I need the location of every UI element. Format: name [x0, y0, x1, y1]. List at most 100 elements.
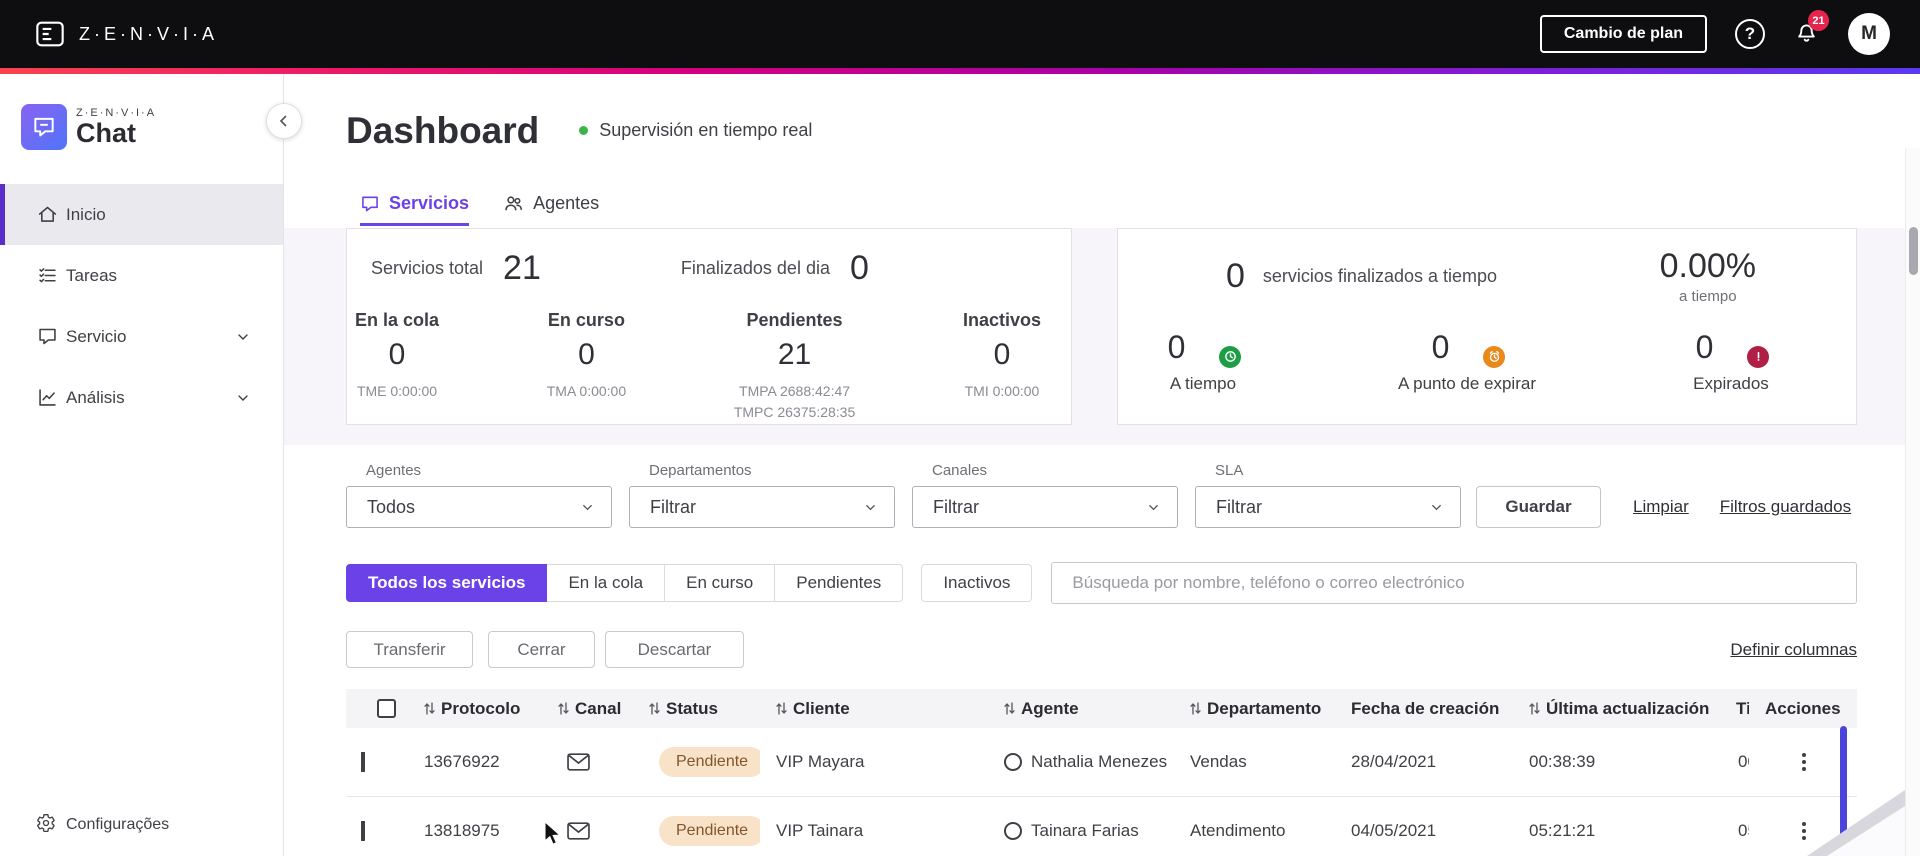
on-time-bubble-icon — [1198, 330, 1242, 368]
channels-filter-select[interactable]: Filtrar — [912, 486, 1178, 528]
tab-en-curso[interactable]: En curso — [664, 564, 776, 602]
column-header-status[interactable]: Status — [633, 699, 760, 719]
table-row[interactable]: 13676922 Pendiente VIP Mayara Nathalia M… — [346, 728, 1857, 797]
tab-inactivos[interactable]: Inactivos — [921, 564, 1033, 602]
chat-product-icon — [21, 104, 67, 150]
agent-avatar — [1004, 753, 1022, 771]
main-content: Dashboard Supervisión en tiempo real Ser… — [284, 74, 1920, 856]
page-title: Dashboard — [346, 109, 540, 151]
chart-icon — [37, 387, 58, 408]
zenvia-logo-icon — [33, 17, 67, 51]
page-curl-decoration — [1807, 790, 1905, 856]
services-summary-card: Servicios total 21 Finalizados del dia 0… — [346, 228, 1072, 425]
change-plan-button[interactable]: Cambio de plan — [1539, 15, 1707, 53]
chevron-down-icon — [866, 504, 875, 510]
time-cell: 05 — [1738, 821, 1749, 840]
sla-expired: 0 Expirados — [1693, 329, 1770, 393]
sidebar-item-tareas[interactable]: Tareas — [0, 245, 283, 306]
tasks-icon — [37, 265, 58, 286]
save-filters-button[interactable]: Guardar — [1476, 486, 1601, 528]
column-header-cliente[interactable]: Cliente — [760, 699, 988, 719]
bulk-actions-row: Transferir Cerrar Descartar Definir colu… — [346, 631, 1857, 668]
help-icon[interactable]: ? — [1735, 19, 1765, 49]
page-scrollbar-thumb[interactable] — [1909, 227, 1918, 275]
status-dot — [579, 126, 589, 135]
sidebar-item-analisis[interactable]: Análisis — [0, 367, 283, 428]
column-header-agente[interactable]: Agente — [988, 699, 1174, 719]
department-cell: Atendimento — [1190, 821, 1286, 840]
service-status-tabs: Todos los servicios En la cola En curso … — [346, 564, 904, 602]
agent-cell: Nathalia Menezes — [988, 752, 1174, 772]
close-button[interactable]: Cerrar — [488, 631, 595, 668]
departments-filter-label: Departamentos — [649, 462, 752, 479]
column-header-fecha-creacion: Fecha de creación — [1351, 698, 1500, 718]
filters-bar: Agentes Todos Departamentos Filtrar Cana… — [346, 462, 1857, 528]
updated-cell: 05:21:21 — [1529, 821, 1596, 840]
sla-filter-select[interactable]: Filtrar — [1195, 486, 1461, 528]
define-columns-link[interactable]: Definir columnas — [1730, 640, 1857, 660]
sort-icon — [1190, 702, 1201, 715]
tab-pendientes[interactable]: Pendientes — [774, 564, 904, 602]
agents-filter-select[interactable]: Todos — [346, 486, 612, 528]
agents-filter-label: Agentes — [366, 462, 422, 479]
tab-agentes[interactable]: Agentes — [503, 193, 599, 226]
protocol-cell: 13818975 — [424, 821, 500, 840]
chat-bubble-icon — [362, 196, 378, 211]
service-filter-row: Todos los servicios En la cola En curso … — [346, 562, 1857, 604]
sidebar-nav: Inicio Tareas Servicio Análisis — [0, 184, 283, 428]
dashboard-tabs: Servicios Agentes — [360, 193, 1857, 226]
sort-icon — [1004, 702, 1015, 715]
sort-icon — [776, 702, 787, 715]
sort-icon — [1529, 702, 1540, 715]
sla-card: 0 servicios finalizados a tiempo 0.00% a… — [1117, 228, 1857, 425]
sla-on-time: 0 A tiempo — [1138, 329, 1268, 394]
table-header-row: Protocolo Canal Status Cliente Agente De… — [346, 689, 1857, 728]
sidebar-item-configuracoes[interactable]: Configurações — [0, 794, 283, 856]
protocol-cell: 13676922 — [424, 752, 500, 771]
user-avatar[interactable]: M — [1848, 13, 1890, 55]
email-channel-icon — [542, 753, 633, 771]
column-header-canal[interactable]: Canal — [542, 699, 633, 719]
client-cell: VIP Tainara — [776, 821, 864, 840]
row-checkbox[interactable] — [361, 821, 365, 841]
finished-today-label: Finalizados del dia — [680, 258, 830, 278]
gear-icon — [36, 813, 56, 838]
time-cell: 00 — [1738, 752, 1749, 771]
page-scrollbar[interactable] — [1905, 148, 1920, 856]
discard-button[interactable]: Descartar — [605, 631, 744, 668]
clear-filters-link[interactable]: Limpiar — [1633, 497, 1689, 517]
exclamation-icon — [1747, 345, 1770, 368]
column-header-acciones: Acciones — [1765, 698, 1841, 718]
finished-today-value: 0 — [849, 249, 869, 287]
tab-en-la-cola[interactable]: En la cola — [546, 564, 666, 602]
chevron-down-icon — [1149, 504, 1158, 510]
table-row[interactable]: 13818975 Pendiente VIP Tainara Tainara F… — [346, 797, 1857, 856]
mouse-cursor — [544, 820, 562, 846]
row-checkbox[interactable] — [361, 752, 365, 772]
column-header-departamento[interactable]: Departamento — [1174, 699, 1335, 719]
tab-todos-los-servicios[interactable]: Todos los servicios — [346, 564, 548, 602]
channels-filter-label: Canales — [932, 462, 988, 479]
tab-servicios[interactable]: Servicios — [360, 193, 470, 226]
sidebar-collapse-button[interactable] — [266, 103, 302, 139]
column-header-ultima-actualizacion[interactable]: Última actualización — [1513, 699, 1722, 719]
notifications-bell-icon[interactable]: 21 — [1793, 10, 1829, 50]
zenvia-chat-logo: Z·E·N·V·I·A Chat — [0, 74, 283, 150]
sidebar-item-servicio[interactable]: Servicio — [0, 306, 283, 367]
chevron-down-icon — [1432, 504, 1441, 510]
services-total-label: Servicios total — [371, 258, 484, 278]
row-actions-menu[interactable] — [1789, 747, 1819, 777]
realtime-status: Supervisión en tiempo real — [579, 120, 812, 141]
sidebar-item-inicio[interactable]: Inicio — [0, 184, 283, 245]
chevron-down-icon — [235, 390, 251, 406]
column-header-protocolo[interactable]: Protocolo — [408, 699, 542, 719]
sla-percent: 0.00% a tiempo — [1659, 247, 1756, 305]
sort-icon — [649, 702, 660, 715]
transfer-button[interactable]: Transferir — [346, 631, 473, 668]
search-input[interactable] — [1051, 562, 1857, 604]
sla-finished-value: 0 — [1226, 256, 1245, 295]
select-all-checkbox[interactable] — [377, 699, 396, 718]
expired-bubble-icon — [1726, 330, 1770, 368]
departments-filter-select[interactable]: Filtrar — [629, 486, 895, 528]
saved-filters-link[interactable]: Filtros guardados — [1720, 497, 1851, 517]
